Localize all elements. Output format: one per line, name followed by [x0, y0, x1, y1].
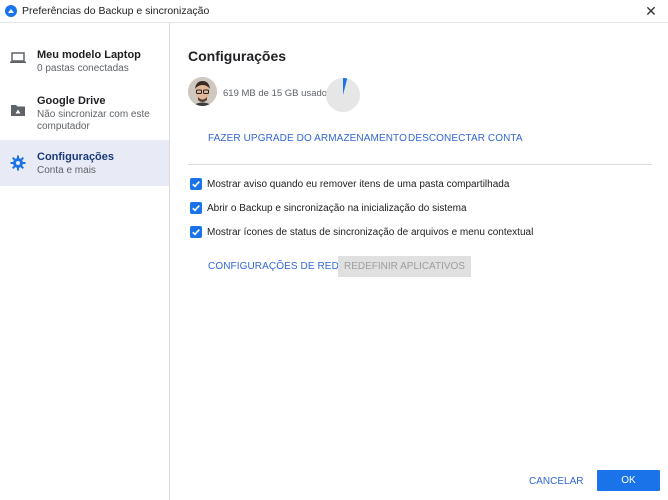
- option-label: Mostrar aviso quando eu remover itens de…: [207, 178, 510, 190]
- storage-usage-text: 619 MB de 15 GB usados: [223, 88, 332, 99]
- sidebar-item-sub: Não sincronizar com este: [37, 109, 150, 120]
- sidebar-item-google-drive[interactable]: Google Drive Não sincronizar com este co…: [0, 87, 169, 137]
- sidebar-item-sub-line2: computador: [37, 121, 90, 132]
- upgrade-storage-button[interactable]: FAZER UPGRADE DO ARMAZENAMENTO: [208, 133, 407, 144]
- page-title: Configurações: [188, 48, 287, 64]
- drive-icon: [11, 105, 25, 116]
- option-row-shared-folder-warning[interactable]: Mostrar aviso quando eu remover itens de…: [190, 178, 509, 190]
- option-label: Mostrar ícones de status de sincronizaçã…: [207, 226, 534, 238]
- laptop-icon: [10, 52, 26, 63]
- sidebar-item-laptop[interactable]: Meu modelo Laptop 0 pastas conectadas: [0, 43, 169, 83]
- sidebar-item-label: Google Drive: [37, 95, 106, 107]
- network-settings-button[interactable]: CONFIGURAÇÕES DE REDE: [208, 261, 346, 272]
- sidebar-item-sub: 0 pastas conectadas: [37, 63, 129, 74]
- check-icon: [192, 181, 200, 188]
- reset-apps-button: REDEFINIR APLICATIVOS: [338, 256, 471, 277]
- sidebar-item-sub: Conta e mais: [37, 165, 96, 176]
- check-icon: [192, 205, 200, 212]
- window-title: Preferências do Backup e sincronização: [22, 5, 210, 17]
- checkbox-checked[interactable]: [190, 178, 202, 190]
- disconnect-account-button[interactable]: DESCONECTAR CONTA: [408, 133, 523, 144]
- check-icon: [192, 229, 200, 236]
- close-icon[interactable]: ✕: [634, 0, 668, 22]
- gear-icon: [10, 155, 26, 171]
- ok-button[interactable]: OK: [597, 470, 660, 491]
- storage-pie-chart: [326, 77, 360, 112]
- sidebar-item-label: Configurações: [37, 151, 115, 163]
- checkbox-checked[interactable]: [190, 202, 202, 214]
- title-bar: Preferências do Backup e sincronização ✕: [0, 0, 668, 23]
- sidebar: Meu modelo Laptop 0 pastas conectadas Go…: [0, 23, 170, 500]
- settings-panel: Configurações 619 MB de 15 GB usados FAZ…: [171, 23, 668, 500]
- sidebar-item-settings[interactable]: Configurações Conta e mais: [0, 140, 169, 186]
- avatar: [188, 77, 217, 106]
- divider: [188, 164, 652, 165]
- checkbox-checked[interactable]: [190, 226, 202, 238]
- option-row-open-on-startup[interactable]: Abrir o Backup e sincronização na inicia…: [190, 202, 467, 214]
- cancel-button[interactable]: CANCELAR: [529, 476, 583, 487]
- sidebar-item-label: Meu modelo Laptop: [37, 49, 141, 61]
- option-row-sync-status-icons[interactable]: Mostrar ícones de status de sincronizaçã…: [190, 226, 533, 238]
- backup-app-icon: [5, 5, 17, 17]
- option-label: Abrir o Backup e sincronização na inicia…: [207, 202, 467, 214]
